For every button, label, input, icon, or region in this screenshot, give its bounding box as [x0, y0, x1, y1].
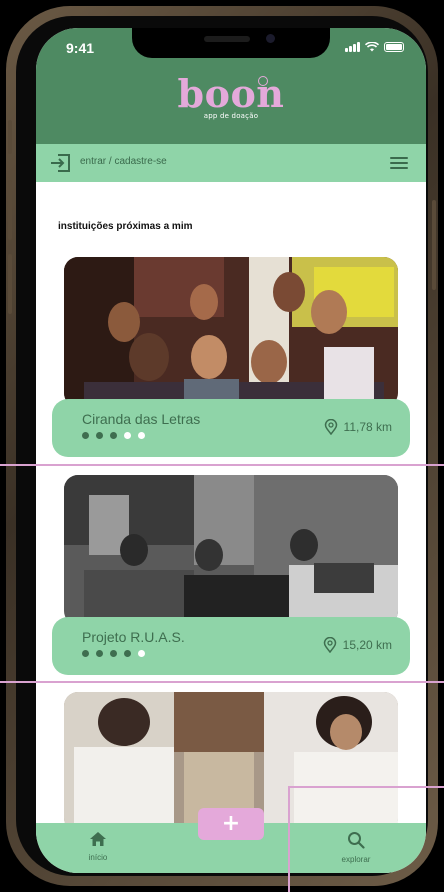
section-title: instituições próximas a mim — [58, 221, 193, 232]
location-pin-icon — [323, 637, 336, 653]
speaker — [204, 36, 250, 42]
distance: 11,78 km — [324, 419, 392, 435]
distance-value: 11,78 km — [343, 420, 392, 434]
rating-star-filled — [82, 650, 89, 657]
tab-home-label: início — [88, 853, 108, 862]
rating-star-filled — [110, 432, 117, 439]
app-tagline: app de doação — [203, 112, 259, 120]
hamburger-menu-icon[interactable] — [390, 157, 408, 169]
rating-star-filled — [124, 650, 131, 657]
search-icon — [348, 832, 365, 849]
guide-line — [288, 786, 444, 788]
institution-photo — [64, 475, 398, 625]
tab-explore-label: explorar — [341, 855, 371, 864]
institution-card[interactable]: Projeto R.U.A.S. 15,20 km — [52, 475, 410, 679]
guide-line — [288, 786, 290, 892]
power-button — [432, 200, 436, 290]
institution-name: Ciranda das Letras — [82, 411, 201, 427]
signal-icon — [345, 42, 360, 52]
rating-star-filled — [82, 432, 89, 439]
rating-star-empty — [124, 432, 131, 439]
guide-line — [0, 464, 444, 466]
login-icon[interactable] — [50, 153, 72, 173]
add-donation-button[interactable]: + — [198, 808, 264, 840]
volume-up-button — [8, 180, 12, 240]
notch — [132, 28, 330, 58]
tab-explore[interactable]: explorar — [316, 831, 396, 864]
rating-star-empty — [138, 650, 145, 657]
rating-star-filled — [96, 650, 103, 657]
front-camera — [266, 34, 275, 43]
status-time: 9:41 — [66, 40, 95, 56]
tab-home[interactable]: início — [58, 831, 138, 862]
institution-info: Projeto R.U.A.S. 15,20 km — [52, 617, 410, 675]
login-link[interactable]: entrar / cadastre-se — [80, 156, 167, 167]
status-icons — [345, 42, 404, 52]
wifi-icon — [365, 42, 379, 52]
institution-name: Projeto R.U.A.S. — [82, 629, 185, 645]
distance: 15,20 km — [323, 637, 392, 653]
institution-card[interactable]: Ciranda das Letras 11,78 km — [52, 257, 410, 461]
rating-stars — [82, 432, 145, 439]
location-pin-icon — [324, 419, 337, 435]
rating-star-filled — [96, 432, 103, 439]
rating-stars — [82, 650, 145, 657]
institution-photo — [64, 257, 398, 407]
app-logo: boon app de doação — [36, 71, 426, 121]
home-icon — [90, 832, 106, 846]
distance-value: 15,20 km — [342, 638, 392, 652]
rating-star-empty — [138, 432, 145, 439]
battery-icon — [384, 42, 404, 52]
app-name: boon — [177, 71, 285, 116]
mute-switch — [8, 120, 12, 154]
guide-line — [0, 681, 444, 683]
institution-info: Ciranda das Letras 11,78 km — [52, 399, 410, 457]
rating-star-filled — [110, 650, 117, 657]
app-screen: 9:41 boon app de doação entrar / cadastr… — [36, 28, 426, 873]
volume-down-button — [8, 254, 12, 314]
app-header: 9:41 boon app de doação — [36, 28, 426, 144]
top-nav-bar: entrar / cadastre-se — [36, 144, 426, 182]
